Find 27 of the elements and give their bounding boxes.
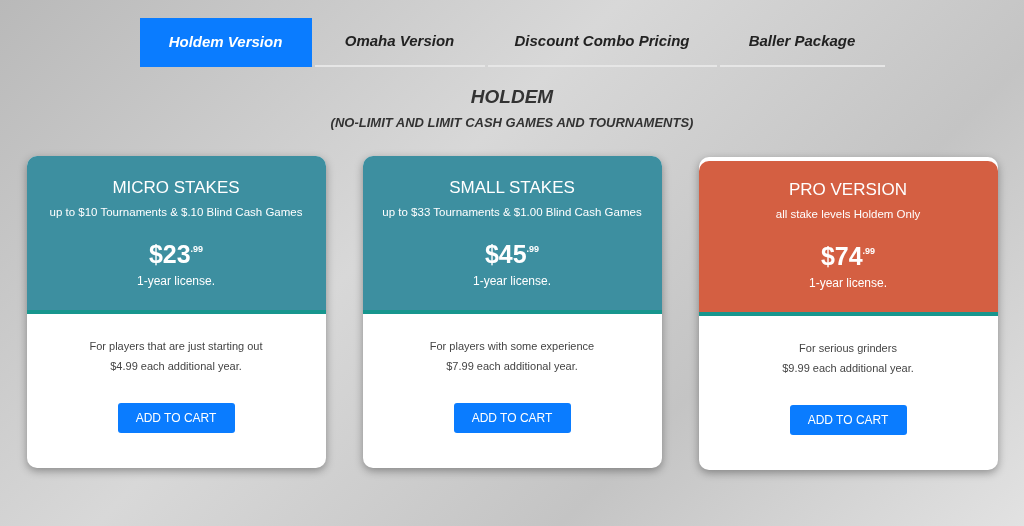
renewal-price: $4.99 each additional year.	[110, 359, 242, 375]
plan-audience: For serious grinders	[799, 341, 897, 357]
plan-name: SMALL STAKES	[449, 177, 575, 200]
add-to-cart-button[interactable]: ADD TO CART	[453, 403, 571, 434]
section-title: HOLDEM	[470, 85, 554, 109]
plan-name: PRO VERSION	[788, 179, 908, 202]
plan-name: MICRO STAKES	[112, 177, 240, 200]
license-term: 1-year license.	[808, 275, 887, 293]
renewal-price: $7.99 each additional year.	[446, 359, 578, 375]
plan-audience: For players with some experience	[429, 339, 595, 355]
plan-price: $23$^{.99}$	[148, 239, 204, 271]
tab[interactable]: Omaha Version	[314, 18, 485, 67]
plan-audience: For players that are just starting out	[89, 339, 263, 355]
tab[interactable]: Baller Package	[719, 18, 885, 67]
plan-description: up to $10 Tournaments & $.10 Blind Cash Games	[49, 205, 303, 221]
plan-description: all stake levels Holdem Only	[775, 207, 921, 223]
tab[interactable]: Holdem Version	[139, 18, 312, 67]
plan-price: $45$^{.99}$	[484, 239, 540, 271]
add-to-cart-button[interactable]: ADD TO CART	[117, 403, 235, 434]
renewal-price: $9.99 each additional year.	[782, 361, 914, 377]
license-term: 1-year license.	[472, 273, 551, 291]
plan-description: up to $33 Tournaments & $1.00 Blind Cash Games	[382, 205, 642, 221]
plan-price: $74$^{.99}$	[820, 241, 876, 273]
license-term: 1-year license.	[136, 273, 215, 291]
add-to-cart-button[interactable]: ADD TO CART	[789, 405, 907, 436]
section-subtitle: (NO-LIMIT AND LIMIT CASH GAMES AND TOURNAMENTS)	[330, 113, 694, 132]
tab[interactable]: Discount Combo Pricing	[487, 18, 717, 67]
